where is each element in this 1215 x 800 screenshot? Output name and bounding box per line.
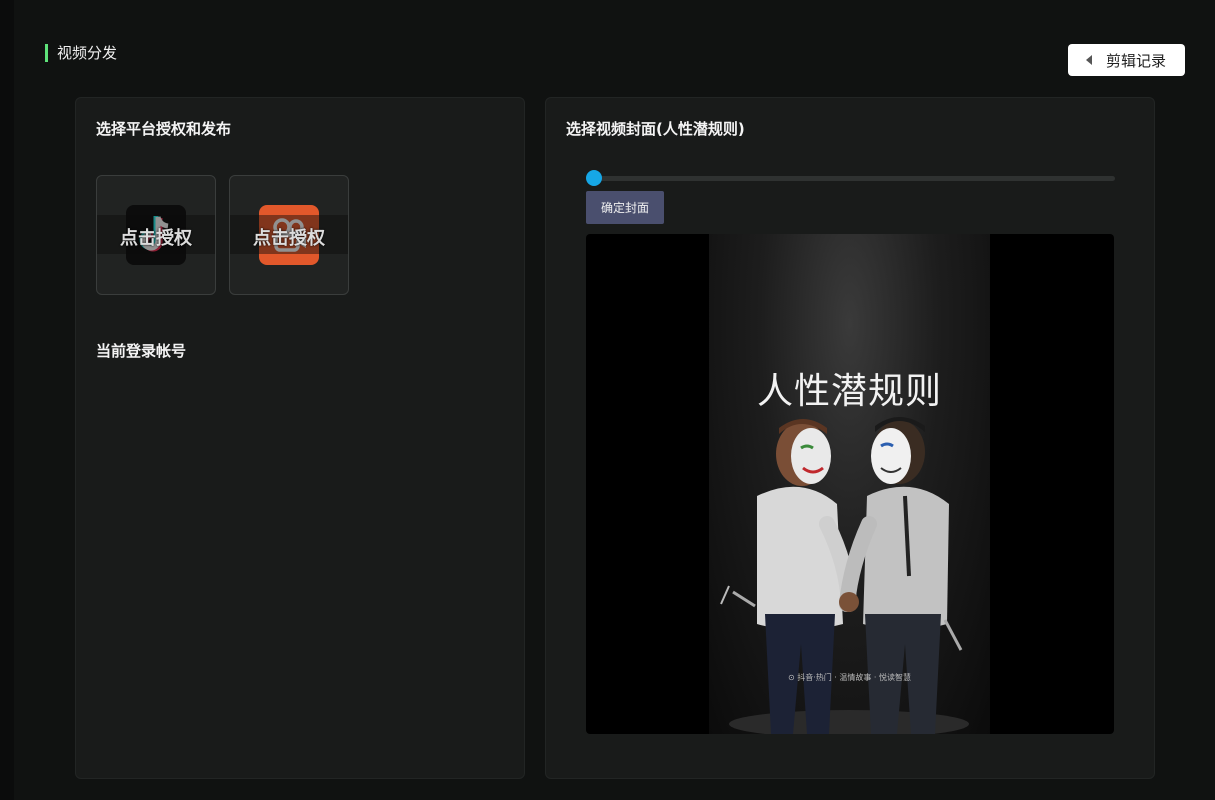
caret-left-icon [1086,55,1092,65]
cover-poster-image: 人性潜规则 ⊙ 抖音·热门 · 温情故事 · 悦读智慧 [709,234,990,734]
left-edge-strip [0,0,14,800]
slider-thumb[interactable] [586,170,602,186]
platform-auth-heading: 选择平台授权和发布 [96,120,232,138]
cover-preview: 人性潜规则 ⊙ 抖音·热门 · 温情故事 · 悦读智慧 [586,234,1114,734]
handshake-illustration [720,417,969,734]
poster-caption: ⊙ 抖音·热门 · 温情故事 · 悦读智慧 [787,673,912,682]
kuaishou-auth-label: 点击授权 [253,228,325,249]
confirm-cover-button[interactable]: 确定封面 [586,191,664,224]
platform-card-kuaishou[interactable]: 点击授权 [229,175,349,295]
cover-select-panel: 选择视频封面(人性潜规则) 确定封面 人性潜规则 ⊙ 抖音·热门 · 温情故事 … [545,97,1155,779]
cover-select-heading: 选择视频封面(人性潜规则) [566,120,745,138]
cover-frame-slider[interactable] [587,176,1115,181]
douyin-auth-label: 点击授权 [120,228,192,249]
current-account-heading: 当前登录帐号 [96,342,187,360]
edit-records-label: 剪辑记录 [1106,51,1167,70]
edit-records-button[interactable]: 剪辑记录 [1068,44,1185,76]
platform-card-douyin[interactable]: 点击授权 [96,175,216,295]
page-title: 视频分发 [45,44,117,62]
platform-auth-panel: 选择平台授权和发布 点击授权 点击授权 当前登录帐号 [75,97,525,779]
